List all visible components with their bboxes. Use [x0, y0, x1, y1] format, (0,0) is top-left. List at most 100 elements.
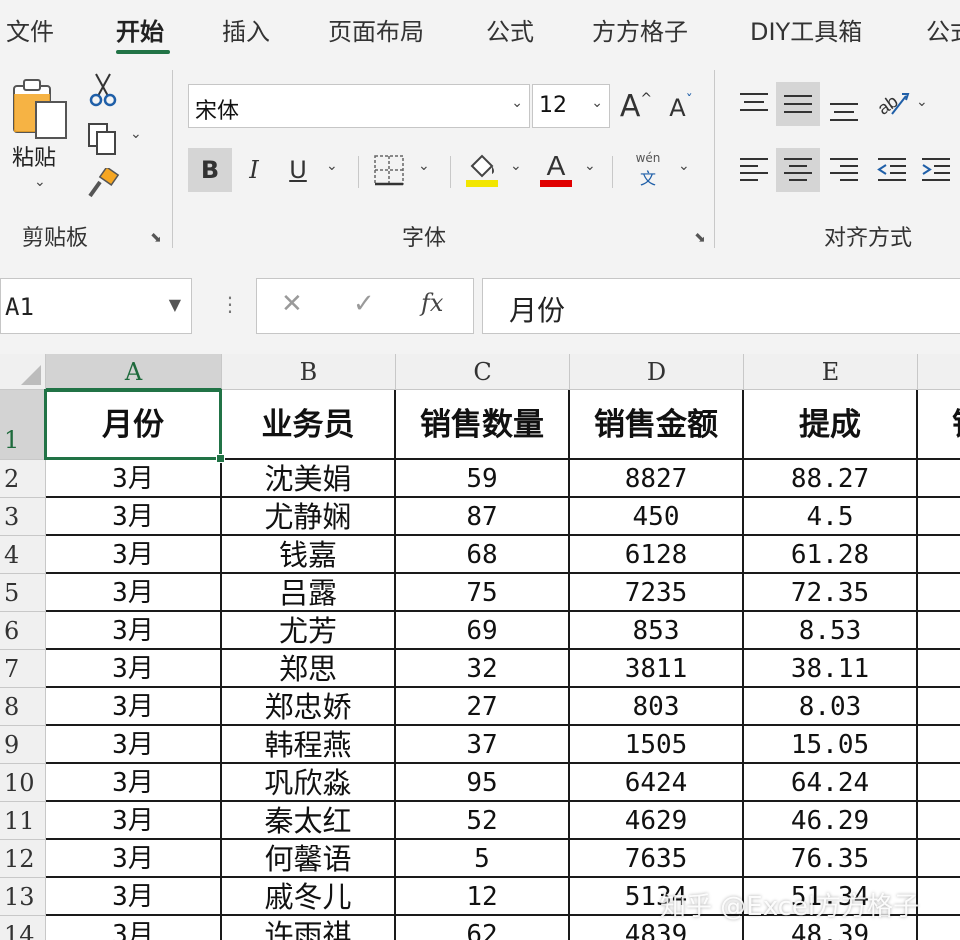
table-cell-empty[interactable] [918, 688, 960, 726]
column-header-e[interactable]: E [744, 354, 918, 390]
table-cell[interactable]: 3月 [46, 612, 222, 650]
fill-handle[interactable] [216, 454, 225, 463]
table-cell[interactable]: 87 [396, 498, 570, 536]
row-header[interactable]: 14 [0, 916, 46, 940]
table-cell[interactable]: 4.5 [744, 498, 918, 536]
table-cell[interactable]: 秦太红 [222, 802, 396, 840]
table-cell[interactable]: 5134 [570, 878, 744, 916]
italic-button[interactable]: I [236, 148, 272, 192]
grow-font-button[interactable]: A ^ [618, 84, 654, 128]
table-cell-empty[interactable] [918, 574, 960, 612]
column-header-partial[interactable] [918, 354, 960, 390]
row-header[interactable]: 11 [0, 802, 46, 840]
tab-formulas[interactable]: 公式 [486, 12, 534, 47]
table-cell[interactable]: 27 [396, 688, 570, 726]
table-cell[interactable]: 88.27 [744, 460, 918, 498]
row-header[interactable]: 7 [0, 650, 46, 688]
worksheet-grid[interactable]: ABCDE1月份业务员销售数量销售金额提成销23月沈美娟59882788.273… [0, 354, 960, 940]
table-cell[interactable]: 75 [396, 574, 570, 612]
column-header-a[interactable]: A [46, 354, 222, 390]
table-cell[interactable]: 吕露 [222, 574, 396, 612]
table-cell[interactable]: 61.28 [744, 536, 918, 574]
tab-file[interactable]: 文件 [6, 12, 54, 47]
align-left-button[interactable] [734, 148, 774, 192]
table-cell[interactable]: 12 [396, 878, 570, 916]
table-cell-empty[interactable] [918, 878, 960, 916]
decrease-indent-button[interactable] [872, 148, 912, 192]
table-cell-empty[interactable] [918, 916, 960, 940]
table-cell[interactable]: 3月 [46, 764, 222, 802]
name-box[interactable]: A1 ▼ [0, 278, 192, 334]
table-cell[interactable]: 803 [570, 688, 744, 726]
font-size-select[interactable]: 12 ⌄ [532, 84, 610, 128]
table-cell[interactable]: 7635 [570, 840, 744, 878]
column-header-b[interactable]: B [222, 354, 396, 390]
header-cell-partial[interactable]: 销 [918, 390, 960, 460]
table-cell[interactable]: 52 [396, 802, 570, 840]
table-cell[interactable]: 3月 [46, 802, 222, 840]
tab-home[interactable]: 开始 [116, 12, 164, 47]
align-right-button[interactable] [824, 148, 864, 192]
table-cell[interactable]: 尤静娴 [222, 498, 396, 536]
align-top-button[interactable] [734, 82, 774, 126]
align-middle-button[interactable] [776, 82, 820, 126]
table-cell[interactable]: 38.11 [744, 650, 918, 688]
more-options-icon[interactable]: ⋮ [220, 292, 240, 316]
font-launcher-icon[interactable]: ⬊ [692, 230, 708, 246]
column-header-c[interactable]: C [396, 354, 570, 390]
table-cell[interactable]: 3811 [570, 650, 744, 688]
header-cell[interactable]: 销售数量 [396, 390, 570, 460]
table-cell[interactable]: 3月 [46, 498, 222, 536]
table-cell[interactable]: 3月 [46, 688, 222, 726]
table-cell[interactable]: 6424 [570, 764, 744, 802]
table-cell[interactable]: 郑思 [222, 650, 396, 688]
tab-page-layout[interactable]: 页面布局 [328, 12, 424, 47]
table-cell[interactable]: 钱嘉 [222, 536, 396, 574]
shrink-font-button[interactable]: Aˇ [664, 86, 698, 130]
table-cell-empty[interactable] [918, 840, 960, 878]
row-header[interactable]: 12 [0, 840, 46, 878]
table-cell[interactable]: 3月 [46, 878, 222, 916]
table-cell[interactable]: 64.24 [744, 764, 918, 802]
table-cell-empty[interactable] [918, 764, 960, 802]
table-cell[interactable]: 853 [570, 612, 744, 650]
table-cell[interactable]: 3月 [46, 460, 222, 498]
table-cell-empty[interactable] [918, 726, 960, 764]
table-cell[interactable]: 尤芳 [222, 612, 396, 650]
tab-insert[interactable]: 插入 [222, 12, 270, 47]
header-cell[interactable]: 月份 [46, 390, 222, 460]
row-header[interactable]: 13 [0, 878, 46, 916]
table-cell-empty[interactable] [918, 802, 960, 840]
select-all-corner[interactable] [0, 354, 46, 390]
borders-button[interactable] [370, 150, 408, 190]
table-cell[interactable]: 450 [570, 498, 744, 536]
table-cell[interactable]: 72.35 [744, 574, 918, 612]
align-center-button[interactable] [776, 148, 820, 192]
tab-formulas-2[interactable]: 公式 [926, 12, 960, 47]
table-cell[interactable]: 68 [396, 536, 570, 574]
copy-chevron-down-icon[interactable]: ⌄ [130, 126, 142, 142]
table-cell[interactable]: 郑忠娇 [222, 688, 396, 726]
column-header-d[interactable]: D [570, 354, 744, 390]
paste-button[interactable] [10, 76, 72, 140]
font-color-chevron-down-icon[interactable]: ⌄ [584, 158, 596, 174]
table-cell[interactable]: 5 [396, 840, 570, 878]
orientation-chevron-down-icon[interactable]: ⌄ [916, 94, 928, 110]
copy-button[interactable] [84, 120, 122, 158]
table-cell[interactable]: 沈美娟 [222, 460, 396, 498]
tab-fangfang[interactable]: 方方格子 [592, 12, 688, 47]
table-cell[interactable]: 3月 [46, 726, 222, 764]
table-cell[interactable]: 37 [396, 726, 570, 764]
bold-button[interactable]: B [188, 148, 232, 192]
row-header[interactable]: 6 [0, 612, 46, 650]
table-cell[interactable]: 1505 [570, 726, 744, 764]
table-cell[interactable]: 许雨祺 [222, 916, 396, 940]
table-cell[interactable]: 3月 [46, 650, 222, 688]
cut-button[interactable] [86, 70, 120, 110]
row-header[interactable]: 5 [0, 574, 46, 612]
row-header[interactable]: 9 [0, 726, 46, 764]
table-cell[interactable]: 59 [396, 460, 570, 498]
orientation-button[interactable]: ab [872, 82, 912, 126]
table-cell-empty[interactable] [918, 498, 960, 536]
table-cell-empty[interactable] [918, 536, 960, 574]
